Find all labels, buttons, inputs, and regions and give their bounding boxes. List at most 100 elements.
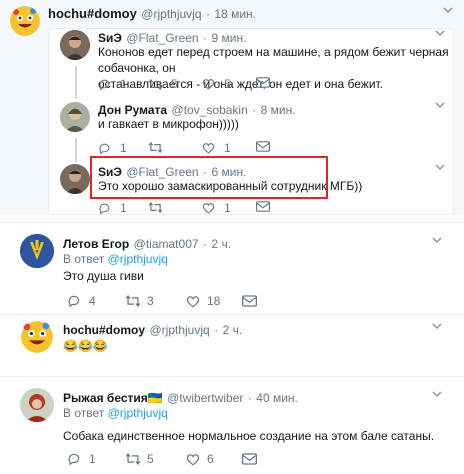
message-button[interactable] [256,141,270,152]
retweet-icon [148,201,163,214]
separator-dot: · [205,7,210,21]
chevron-down-icon[interactable] [430,389,444,403]
avatar[interactable] [20,388,54,422]
avatar[interactable] [10,6,40,36]
retweet-button[interactable]: 5 [125,452,154,466]
thread-line [75,66,77,98]
retweet-button[interactable]: 5 [148,77,178,91]
heart-icon [186,295,200,307]
separator-dot: · [214,323,219,337]
chevron-down-icon[interactable] [433,28,447,42]
reply-count: 1 [120,77,127,91]
thread-line [75,138,77,162]
tweet-header: Рыжая бестия🇺🇦 @twibertwiber · 40 мин. [63,389,298,407]
retweet-count: 3 [147,294,154,308]
reply-context: В ответ @rjpthjuvjq [63,406,168,420]
chevron-down-icon[interactable] [433,162,447,176]
reply-count: 1 [120,201,127,215]
author-name[interactable]: hochu#domoy [48,6,137,21]
tweet-header: hochu#domoy @rjpthjuvjq · 18 мин. [48,5,256,23]
reply-count: 1 [89,452,96,466]
tweet-time[interactable]: 40 мин. [256,391,298,405]
reply-icon [99,143,110,154]
reply-count: 1 [120,141,127,155]
author-name[interactable]: Дон Румата [98,103,167,117]
divider [0,376,464,377]
avatar[interactable] [20,234,54,268]
heart-icon [186,453,200,465]
reply-prefix: В ответ [63,406,108,420]
tweet-text: 😂😂😂 [63,339,108,353]
author-name[interactable]: Рыжая бестия🇺🇦 [63,391,163,405]
tweet-time[interactable]: 8 мин. [261,103,296,117]
author-handle[interactable]: @tiamat007 [134,237,199,251]
mail-icon [256,201,270,212]
retweet-button[interactable]: 3 [125,294,154,308]
reply-prefix: В ответ [63,252,108,266]
retweet-button[interactable] [148,141,163,154]
tweet-text: и гавкает в микрофон))))) [98,117,239,131]
author-handle[interactable]: @twibertwiber [167,391,243,405]
tweet-time[interactable]: 9 мин. [212,31,247,45]
author-name[interactable]: Летов Егор [63,237,129,251]
reply-button[interactable]: 1 [67,452,96,466]
mail-icon [242,295,257,307]
tweet-header: Летов Егор @tiamat007 · 2 ч. [63,235,231,253]
chevron-down-icon[interactable] [430,235,444,249]
chevron-down-icon[interactable] [433,100,447,114]
author-name[interactable]: hochu#domoy [63,323,145,337]
reply-to-link[interactable]: @rjpthjuvjq [108,252,168,266]
tweet-time[interactable]: 6 мин. [212,165,247,179]
reply-icon [68,295,80,308]
author-handle[interactable]: @Flat_Green [126,31,198,45]
divider [0,222,464,223]
retweet-icon [148,141,163,154]
tweet-text: Собака единственное нормальное создание … [63,429,435,443]
message-button[interactable] [256,201,270,212]
separator-dot: · [247,391,252,405]
like-button[interactable]: 1 [202,201,231,215]
reply-button[interactable]: 1 [98,77,127,91]
chevron-down-icon[interactable] [430,321,444,335]
chevron-down-icon[interactable] [441,5,455,19]
like-button[interactable]: 5 [202,77,231,91]
reply-button[interactable]: 1 [98,141,127,155]
message-button[interactable] [242,453,257,465]
separator-dot: · [252,103,257,117]
retweet-icon [148,78,163,90]
tweet-time[interactable]: 2 ч. [211,237,231,251]
like-count: 18 [207,294,221,308]
message-button[interactable] [242,295,257,307]
like-count: 5 [224,77,231,91]
reply-button[interactable]: 1 [98,201,127,215]
reply-icon [68,453,80,466]
emoji-avatar-icon [21,321,53,353]
avatar[interactable] [60,164,90,194]
author-handle[interactable]: @Flat_Green [126,165,198,179]
mail-icon [256,77,270,88]
tweet-header: hochu#domoy @rjpthjuvjq · 2 ч. [63,321,242,339]
separator-dot: · [203,237,207,251]
like-count: 1 [224,141,231,155]
author-name[interactable]: SиЭ [98,31,122,45]
retweet-button[interactable] [148,201,163,214]
reply-button[interactable]: 4 [67,294,96,308]
like-button[interactable]: 18 [186,294,220,308]
author-name[interactable]: SиЭ [98,165,122,179]
author-handle[interactable]: @tov_sobakin [172,103,248,117]
retweet-count: 5 [147,452,154,466]
like-button[interactable]: 6 [186,452,214,466]
emoji-avatar-icon [11,7,39,35]
author-handle[interactable]: @rjpthjuvjq [141,7,201,21]
mail-icon [242,453,257,465]
message-button[interactable] [256,77,270,88]
author-handle[interactable]: @rjpthjuvjq [149,323,209,337]
tweet-time[interactable]: 2 ч. [223,323,243,337]
avatar[interactable] [60,30,90,60]
tweet-time[interactable]: 18 мин. [214,7,256,21]
avatar[interactable] [60,102,90,132]
avatar[interactable] [20,320,54,354]
reply-to-link[interactable]: @rjpthjuvjq [108,406,168,420]
mail-icon [256,141,270,152]
like-button[interactable]: 1 [202,141,231,155]
